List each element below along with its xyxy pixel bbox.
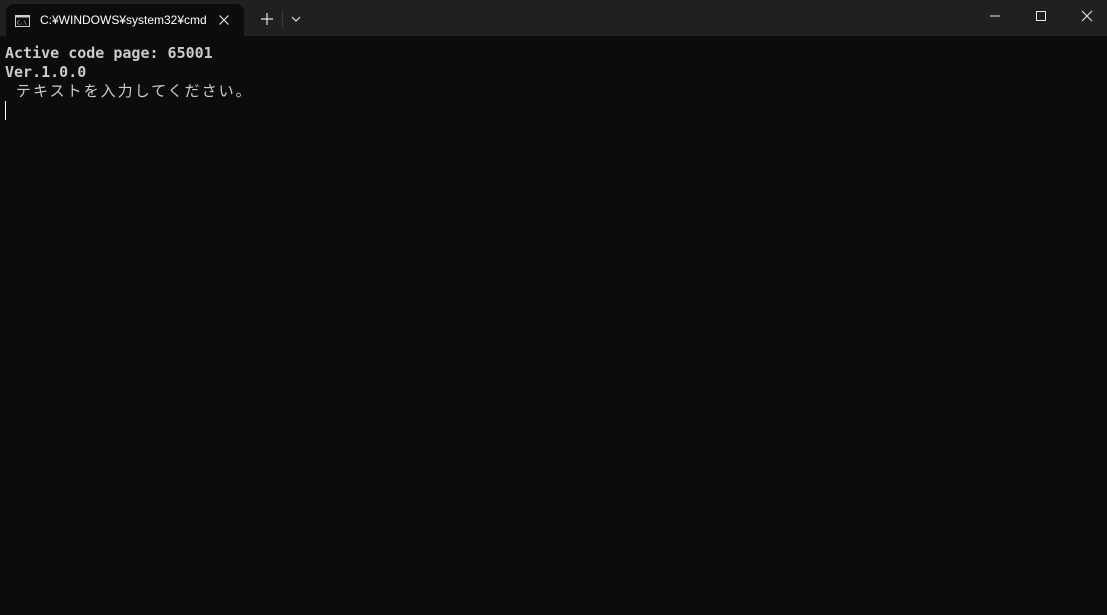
- svg-text:C:\: C:\: [17, 21, 27, 27]
- terminal-window: C:\ C:¥WINDOWS¥system32¥cmd Active code …: [0, 0, 1107, 615]
- close-icon[interactable]: [216, 12, 232, 28]
- tab-title: C:¥WINDOWS¥system32¥cmd: [40, 13, 207, 27]
- cmd-icon: C:\: [15, 14, 30, 27]
- close-window-button[interactable]: [1064, 0, 1107, 32]
- terminal-line: テキストを入力してください。: [5, 82, 253, 100]
- tab-cmd[interactable]: C:\ C:¥WINDOWS¥system32¥cmd: [6, 4, 244, 36]
- maximize-button[interactable]: [1018, 0, 1064, 32]
- title-bar[interactable]: C:\ C:¥WINDOWS¥system32¥cmd: [0, 0, 1107, 36]
- terminal-output[interactable]: Active code page: 65001 Ver.1.0.0 テキストを入…: [0, 36, 1107, 615]
- terminal-line: Ver.1.0.0: [5, 63, 87, 81]
- new-tab-button[interactable]: [254, 6, 280, 32]
- new-tab-dropdown-button[interactable]: [284, 6, 308, 32]
- minimize-button[interactable]: [972, 0, 1018, 32]
- tab-separator: [282, 10, 283, 28]
- text-cursor: [5, 101, 6, 120]
- terminal-line: Active code page: 65001: [5, 44, 213, 62]
